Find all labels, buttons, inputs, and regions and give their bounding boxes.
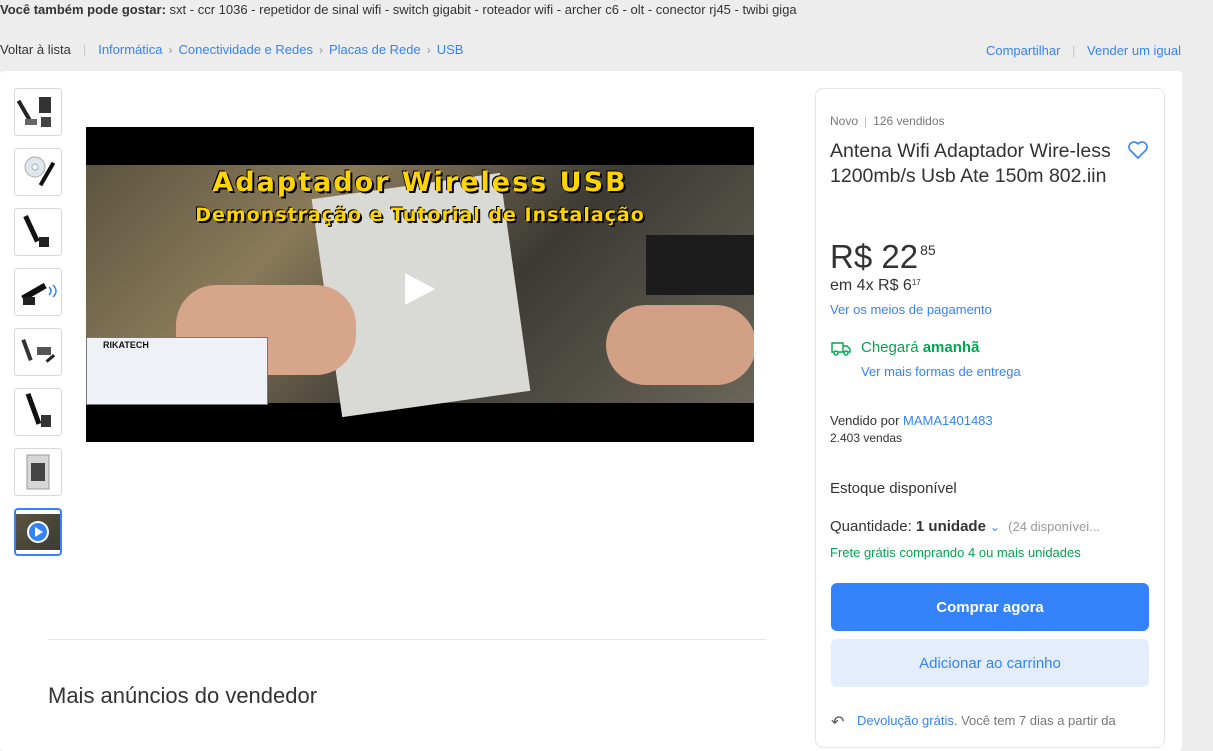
seller-info: Vendido por MAMA1401483 bbox=[830, 413, 993, 428]
thumbnail-video[interactable] bbox=[14, 508, 62, 556]
more-from-seller-heading: Mais anúncios do vendedor bbox=[48, 683, 318, 708]
chevron-right-icon: › bbox=[426, 42, 431, 57]
thumbnail-2[interactable] bbox=[14, 148, 62, 196]
chevron-right-icon: › bbox=[168, 42, 173, 57]
chevron-right-icon: › bbox=[318, 42, 323, 57]
installments: em 4x R$ 617 bbox=[830, 277, 921, 295]
sold-count: 126 vendidos bbox=[873, 114, 945, 128]
buy-now-button[interactable]: Comprar agora bbox=[831, 583, 1149, 631]
breadcrumb-item-usb[interactable]: USB bbox=[437, 42, 464, 57]
thumbnail-3[interactable] bbox=[14, 208, 62, 256]
breadcrumb-item-placas[interactable]: Placas de Rede bbox=[329, 42, 421, 57]
price-main: R$ 22 bbox=[830, 238, 919, 275]
video-title-line1: Adaptador Wireless USB bbox=[212, 167, 628, 198]
meta-divider: | bbox=[864, 114, 868, 128]
product-meta: Novo | 126 vendidos bbox=[830, 114, 945, 128]
quantity-label: Quantidade: bbox=[830, 518, 912, 535]
add-to-cart-button[interactable]: Adicionar ao carrinho bbox=[831, 639, 1149, 687]
truck-icon bbox=[831, 342, 851, 356]
arrive-when: amanhã bbox=[922, 339, 980, 356]
quantity-available: (24 disponívei... bbox=[1008, 519, 1100, 534]
thumbnail-7[interactable] bbox=[14, 448, 62, 496]
quantity-selector[interactable]: Quantidade: 1 unidade ⌄ (24 disponívei... bbox=[830, 518, 1100, 535]
thumbnail-6[interactable] bbox=[14, 388, 62, 436]
suggestions-links[interactable]: sxt - ccr 1036 - repetidor de sinal wifi… bbox=[170, 2, 797, 17]
thumbnail-4[interactable] bbox=[14, 268, 62, 316]
antenna-icon bbox=[25, 392, 51, 427]
stock-label: Estoque disponível bbox=[830, 480, 957, 497]
antenna-icon bbox=[23, 215, 49, 247]
returns-text: Você tem 7 dias a partir da bbox=[961, 713, 1116, 728]
installments-text: em 4x R$ 6 bbox=[830, 277, 912, 294]
price-cents: 85 bbox=[920, 242, 936, 258]
seller-sales: 2.403 vendas bbox=[830, 431, 903, 445]
returns-info: Devolução grátis. Você tem 7 dias a part… bbox=[857, 713, 1147, 728]
play-icon bbox=[27, 521, 49, 543]
thumbnail-list bbox=[14, 88, 62, 568]
product-title: Antena Wifi Adaptador Wire-less 1200mb/s… bbox=[830, 140, 1111, 187]
cd-antenna-icon bbox=[24, 156, 56, 187]
video-title-line2: Demonstração e Tutorial de Instalação bbox=[195, 204, 645, 226]
quantity-value[interactable]: 1 unidade bbox=[916, 518, 986, 535]
share-link[interactable]: Compartilhar bbox=[986, 43, 1060, 58]
breadcrumb-divider: | bbox=[82, 42, 87, 57]
more-shipping-link[interactable]: Ver mais formas de entrega bbox=[861, 364, 1021, 379]
thumbnail-1[interactable] bbox=[14, 88, 62, 136]
video-player[interactable]: RIKATECH Adaptador Wireless USB Demonstr… bbox=[86, 127, 754, 442]
video-inset-banner: RIKATECH bbox=[86, 337, 268, 405]
usb-antenna-icon bbox=[21, 282, 57, 305]
keyboard-shape bbox=[646, 235, 754, 295]
sell-same-link[interactable]: Vender um igual bbox=[1087, 43, 1181, 58]
seller-prefix: Vendido por bbox=[830, 413, 900, 428]
play-icon[interactable] bbox=[405, 273, 435, 305]
hand-shape bbox=[606, 305, 754, 385]
inset-brand: RIKATECH bbox=[103, 340, 149, 350]
heart-icon[interactable] bbox=[1126, 138, 1150, 162]
payment-methods-link[interactable]: Ver os meios de pagamento bbox=[830, 302, 992, 317]
adapter-diagram-icon bbox=[21, 338, 56, 363]
suggestions-label: Você também pode gostar: bbox=[0, 2, 166, 17]
delivery-estimate: Chegará amanhã bbox=[861, 339, 979, 356]
condition-label: Novo bbox=[830, 114, 859, 128]
free-returns-link[interactable]: Devolução grátis. bbox=[857, 713, 957, 728]
thumbnail-5[interactable] bbox=[14, 328, 62, 376]
breadcrumb-item-conectividade[interactable]: Conectividade e Redes bbox=[179, 42, 313, 57]
free-shipping-note: Frete grátis comprando 4 ou mais unidade… bbox=[830, 545, 1081, 560]
package-icon bbox=[26, 454, 50, 490]
seller-name-link[interactable]: MAMA1401483 bbox=[903, 413, 993, 428]
breadcrumb-item-informatica[interactable]: Informática bbox=[98, 42, 162, 57]
actions-divider: | bbox=[1072, 43, 1076, 58]
arrive-prefix: Chegará bbox=[861, 339, 919, 356]
chevron-down-icon[interactable]: ⌄ bbox=[990, 520, 1000, 534]
header-actions: Compartilhar | Vender um igual bbox=[986, 43, 1181, 58]
section-divider bbox=[48, 639, 766, 640]
suggestions-bar: Você também pode gostar: sxt - ccr 1036 … bbox=[0, 2, 797, 17]
installments-cents: 17 bbox=[911, 278, 921, 287]
return-arrow-icon: ↶ bbox=[831, 714, 845, 731]
back-to-list-link[interactable]: Voltar à lista bbox=[0, 42, 71, 57]
breadcrumb: Voltar à lista | Informática › Conectivi… bbox=[0, 42, 463, 57]
adapter-antenna-icon bbox=[16, 97, 51, 127]
price: R$ 22 85 bbox=[830, 238, 936, 276]
